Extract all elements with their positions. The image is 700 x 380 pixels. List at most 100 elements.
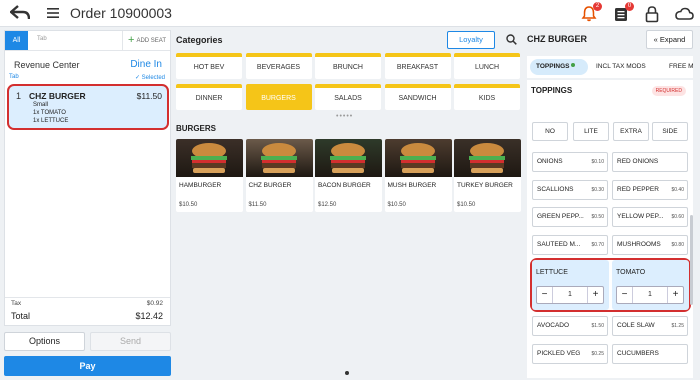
quantity-stepper: − 1 + (616, 286, 684, 304)
modifier-list: TOPPINGS REQUIRED NO LITE EXTRA SIDE ONI… (527, 80, 693, 378)
send-button[interactable]: Send (90, 332, 171, 351)
modifier-price: $0.50 (591, 214, 604, 220)
modifier-price: $0.10 (591, 159, 604, 165)
modifier-name: RED PEPPER (617, 185, 659, 193)
total-value: $12.42 (135, 311, 163, 321)
increment-button[interactable]: + (587, 287, 603, 303)
modifier-button[interactable]: ONIONS $0.10 (532, 152, 608, 172)
qty-no-button[interactable]: NO (532, 122, 568, 141)
modifier-name: AVOCADO (537, 322, 570, 329)
menu-icon[interactable] (47, 8, 59, 18)
tab-label: TOPPINGS (536, 63, 570, 70)
selected-modifier[interactable]: TOMATO − 1 + (612, 260, 689, 310)
category-brunch[interactable]: BRUNCH (315, 53, 381, 79)
category-salads[interactable]: SALADS (315, 84, 381, 110)
cloud-icon[interactable] (674, 5, 694, 23)
modifier-name: SCALLIONS (537, 185, 574, 193)
tab-free-mods[interactable]: FREE M (669, 59, 693, 75)
product-image (176, 139, 243, 177)
product-card[interactable]: BACON BURGER $12.50 (315, 139, 382, 212)
modifier-price: $0.40 (671, 186, 684, 193)
item-modifier: 1x TOMATO (33, 110, 66, 116)
modifier-button[interactable]: YELLOW PEP... $0.60 (612, 207, 688, 227)
burger-image-icon (330, 143, 366, 173)
modifier-name: TOMATO (616, 269, 646, 276)
tab-all[interactable]: All (5, 31, 28, 50)
modifier-button[interactable]: SCALLIONS $0.30 (532, 179, 608, 200)
category-lunch[interactable]: LUNCH (454, 53, 520, 79)
page-dot (345, 371, 349, 375)
products-section-title: BURGERS (176, 124, 217, 133)
modifier-price: $0.60 (671, 214, 684, 220)
product-card[interactable]: HAMBURGER $10.50 (176, 139, 243, 212)
modifier-price: $0.70 (591, 241, 604, 248)
order-line-item[interactable]: 1 CHZ BURGER $11.50 Small 1x TOMATO 1x L… (7, 84, 169, 130)
product-card[interactable]: MUSH BURGER $10.50 (384, 139, 452, 212)
tab-incl-tax-mods[interactable]: INCL TAX MODS (596, 59, 646, 75)
increment-button[interactable]: + (667, 287, 683, 303)
modifier-price: $0.25 (591, 350, 604, 357)
qty-side-button[interactable]: SIDE (652, 122, 688, 141)
decrement-button[interactable]: − (617, 287, 633, 303)
category-sandwich[interactable]: SANDWICH (384, 84, 451, 110)
modifier-price: $0.30 (591, 186, 604, 193)
modifier-name: RED ONIONS (617, 158, 659, 165)
options-button[interactable]: Options (4, 332, 85, 351)
modifier-button[interactable]: CUCUMBERS (612, 343, 688, 364)
category-burgers[interactable]: BURGERS (245, 84, 312, 110)
section-title: TOPPINGS (531, 86, 573, 95)
burger-image-icon (399, 143, 436, 173)
scrollbar[interactable] (690, 215, 693, 305)
pay-button[interactable]: Pay (4, 356, 171, 376)
modifier-name: SAUTEED M... (537, 240, 581, 248)
modifier-name: YELLOW PEP... (617, 213, 664, 220)
category-hot-bev[interactable]: HOT BEV (176, 53, 242, 79)
loyalty-button[interactable]: Loyalty (447, 31, 495, 49)
burger-image-icon (469, 143, 505, 173)
product-card[interactable]: CHZ BURGER $11.50 (245, 139, 313, 212)
product-card[interactable]: TURKEY BURGER $10.50 (454, 139, 521, 212)
quantity-stepper: − 1 + (536, 286, 604, 304)
search-icon[interactable] (506, 34, 517, 45)
modifier-button[interactable]: RED PEPPER $0.40 (612, 179, 688, 200)
modifier-name: LETTUCE (536, 269, 568, 276)
modifier-button[interactable]: COLE SLAW $1.25 (612, 316, 688, 336)
modifier-button[interactable]: AVOCADO $1.50 (532, 316, 608, 336)
totals-divider (5, 297, 170, 298)
category-kids[interactable]: KIDS (454, 84, 520, 110)
lock-icon[interactable] (643, 5, 661, 23)
modifier-button[interactable]: RED ONIONS (612, 152, 688, 172)
category-dinner[interactable]: DINNER (176, 84, 242, 110)
back-arrow-icon[interactable] (10, 5, 30, 21)
orders-badge: 0 (625, 2, 634, 11)
tab-toppings[interactable]: TOPPINGS (530, 59, 588, 75)
notification-badge: 2 (593, 2, 602, 11)
required-badge: REQUIRED (651, 86, 686, 96)
category-breakfast[interactable]: BREAKFAST (384, 53, 451, 79)
modifier-button[interactable]: SAUTEED M... $0.70 (532, 234, 608, 255)
modifier-button[interactable]: GREEN PEPP... $0.50 (532, 207, 608, 227)
selected-modifier[interactable]: LETTUCE − 1 + (532, 260, 609, 310)
category-beverages[interactable]: BEVERAGES (245, 53, 312, 79)
orders-icon[interactable]: 0 (612, 2, 634, 23)
tax-label: Tax (11, 300, 22, 307)
item-number: 1 (16, 91, 22, 101)
item-size: Small (33, 102, 49, 108)
quantity-value: 1 (648, 291, 652, 298)
modifier-tabs: TOPPINGS INCL TAX MODS FREE M (527, 56, 693, 78)
add-seat-button[interactable]: + ADD SEAT (122, 31, 170, 50)
decrement-button[interactable]: − (537, 287, 553, 303)
modifier-button[interactable]: MUSHROOMS $0.80 (612, 234, 688, 255)
product-image (315, 139, 382, 177)
order-type-dine-in[interactable]: Dine In (130, 59, 162, 70)
order-panel: All Tab + ADD SEAT Revenue Center Dine In… (4, 30, 171, 326)
tab-link[interactable]: Tab (9, 74, 19, 80)
expand-button[interactable]: « Expand (646, 30, 693, 49)
tab-name-input[interactable]: Tab (37, 36, 47, 42)
qty-lite-button[interactable]: LITE (573, 122, 609, 141)
seat-tabs: All Tab + ADD SEAT (5, 31, 170, 51)
product-name: HAMBURGER (179, 182, 222, 189)
notification-bell-icon[interactable]: 2 (580, 2, 602, 23)
modifier-button[interactable]: PICKLED VEG $0.25 (532, 343, 608, 364)
qty-extra-button[interactable]: EXTRA (613, 122, 649, 141)
